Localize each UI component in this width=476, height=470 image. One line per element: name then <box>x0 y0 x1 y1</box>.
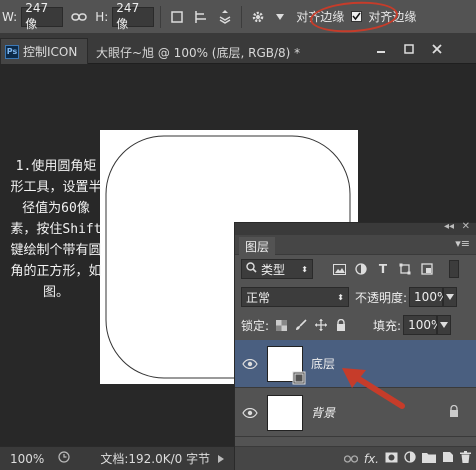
panel-menu-icon[interactable]: ▾≡ <box>455 237 470 250</box>
opacity-input[interactable]: 100% <box>409 287 448 307</box>
layer-thumbnail-background[interactable] <box>267 394 303 431</box>
tutorial-note: 1.使用圆角矩形工具，设置半径值为60像素，按住Shift键绘制个带有圆角的正方… <box>10 159 102 300</box>
checkbox-icon[interactable] <box>346 7 366 27</box>
eye-icon[interactable] <box>235 358 265 369</box>
chevron-down-icon[interactable] <box>270 7 290 27</box>
path-arrangement-icon[interactable] <box>215 7 235 27</box>
filter-type-select[interactable]: 类型 ⬍ <box>241 259 313 279</box>
opacity-dropdown-icon[interactable] <box>443 287 458 307</box>
pixel-filter-icon[interactable] <box>331 261 347 277</box>
layer-row-shape[interactable]: 底层 <box>235 340 476 388</box>
panel-header: 图层 ▾≡ <box>235 235 476 255</box>
filter-type-label: 类型 <box>261 262 286 277</box>
opacity-label: 不透明度: <box>355 290 408 305</box>
lock-row: 锁定: 填充: 100% <box>235 311 476 339</box>
fill-dropdown-icon[interactable] <box>437 315 452 335</box>
layers-panel: ◂◂ ✕ 图层 ▾≡ 类型 ⬍ T 正常 ⬍ 不透明度: 100% 锁定: 填充… <box>234 221 476 470</box>
tab-title: 控制ICON <box>23 45 78 59</box>
layer-thumbnail-shape[interactable] <box>267 345 306 384</box>
document-size-info: 文档:192.0K/0 字节 <box>100 452 211 466</box>
updown-icon-2: ⬍ <box>337 292 344 302</box>
options-bar: W: 247 像 H: 247 像 对齐边缘 对齐边缘 <box>0 0 476 34</box>
lock-label: 锁定: <box>241 318 270 333</box>
trash-icon[interactable] <box>460 451 471 466</box>
lock-brush-icon[interactable] <box>293 317 309 333</box>
toolbar-separator <box>160 5 162 28</box>
height-label: H: <box>95 9 109 24</box>
status-info-icon[interactable] <box>58 451 70 466</box>
search-icon <box>246 262 257 276</box>
zoom-level[interactable]: 100% <box>10 452 44 466</box>
width-input[interactable]: 247 像 <box>21 1 64 31</box>
align-edges-label[interactable]: 对齐边缘 <box>296 8 344 25</box>
document-tab-bar: Ps 控制ICON 大眼仔~旭 @ 100% (底层, RGB/8) * <box>0 34 476 64</box>
collapse-icon[interactable]: ◂◂ <box>444 221 454 232</box>
shape-filter-icon[interactable] <box>397 261 413 277</box>
gear-icon[interactable] <box>248 7 268 27</box>
width-label: W: <box>2 9 18 24</box>
tab-layers[interactable]: 图层 <box>239 237 276 255</box>
layer-name[interactable]: 底层 <box>311 355 335 372</box>
panel-close-icon[interactable]: ✕ <box>462 221 470 232</box>
smart-object-filter-icon[interactable] <box>419 261 435 277</box>
layer-row-background[interactable]: 背景 <box>235 389 476 437</box>
panel-footer: fx. <box>235 446 476 470</box>
lock-icon <box>449 404 459 420</box>
close-icon[interactable] <box>428 41 446 57</box>
adjustment-filter-icon[interactable] <box>353 261 369 277</box>
minimize-icon[interactable] <box>372 41 390 57</box>
panel-collapse-bar: ◂◂ ✕ <box>235 221 476 235</box>
fill-label: 填充: <box>373 318 402 333</box>
layer-name-2[interactable]: 背景 <box>311 404 335 421</box>
blend-mode-select[interactable]: 正常 ⬍ <box>241 287 349 307</box>
status-bar: 100% 文档:192.0K/0 字节 <box>0 446 234 470</box>
lock-all-icon[interactable] <box>333 317 349 333</box>
height-input[interactable]: 247 像 <box>112 1 155 31</box>
adjustment-layer-icon[interactable] <box>404 451 416 466</box>
lock-transparent-icon[interactable] <box>273 317 289 333</box>
align-edges-overlay-label: 对齐边缘 <box>368 10 417 24</box>
blend-mode-label: 正常 <box>246 290 271 305</box>
filter-row: 类型 ⬍ T <box>235 255 476 283</box>
fx-icon[interactable]: fx. <box>364 452 379 466</box>
blend-row: 正常 ⬍ 不透明度: 100% <box>235 283 476 311</box>
status-arrow-icon[interactable] <box>218 452 225 466</box>
lock-move-icon[interactable] <box>313 317 329 333</box>
link-chain-icon[interactable] <box>69 7 89 27</box>
link-layers-icon[interactable] <box>343 452 359 466</box>
window-title: 大眼仔~旭 @ 100% (底层, RGB/8) * <box>96 46 301 60</box>
maximize-icon[interactable] <box>400 41 418 57</box>
updown-icon: ⬍ <box>301 264 308 274</box>
fill-input[interactable]: 100% <box>403 315 442 335</box>
path-operations-icon[interactable] <box>167 7 187 27</box>
photoshop-doc-icon: Ps <box>5 44 19 59</box>
eye-icon-2[interactable] <box>235 407 265 418</box>
folder-icon[interactable] <box>422 452 436 466</box>
tab-control-icon[interactable]: Ps 控制ICON <box>0 38 88 64</box>
filter-toggle-switch[interactable] <box>449 260 459 278</box>
shape-layer-badge-icon <box>292 371 306 384</box>
toolbar-separator-2 <box>241 5 243 28</box>
type-filter-icon[interactable]: T <box>375 261 391 277</box>
layer-mask-icon[interactable] <box>385 452 398 466</box>
new-layer-icon[interactable] <box>442 451 454 466</box>
path-alignment-icon[interactable] <box>191 7 211 27</box>
